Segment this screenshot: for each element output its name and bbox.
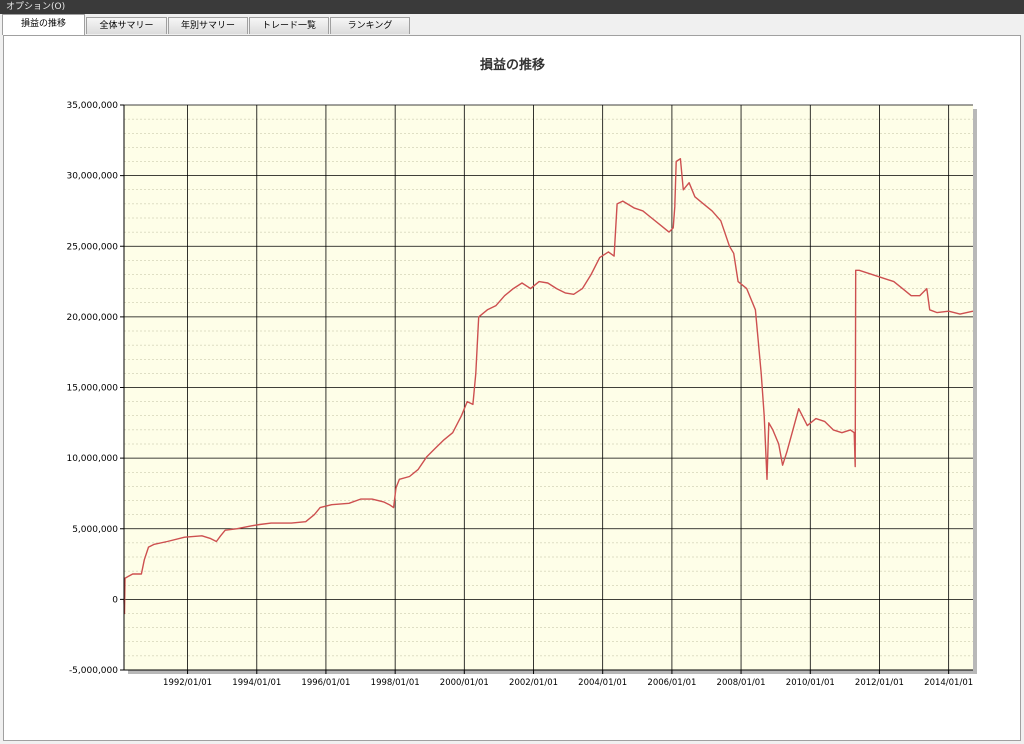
y-tick-label: 20,000,000 xyxy=(66,313,118,323)
tab-ranking[interactable]: ランキング xyxy=(330,17,410,34)
menu-bar: オプション(O) xyxy=(0,0,1024,14)
y-tick-label: 25,000,000 xyxy=(66,242,118,252)
x-tick-label: 2008/01/01 xyxy=(717,678,766,688)
x-tick-label: 1998/01/01 xyxy=(371,678,420,688)
x-tick-label: 2000/01/01 xyxy=(440,678,489,688)
x-tick-label: 1992/01/01 xyxy=(163,678,212,688)
menu-options[interactable]: オプション(O) xyxy=(6,1,65,13)
x-tick-label: 1996/01/01 xyxy=(301,678,350,688)
x-tick-label: 2014/01/01 xyxy=(924,678,973,688)
x-tick-label: 2004/01/01 xyxy=(578,678,627,688)
x-tick-label: 1994/01/01 xyxy=(232,678,281,688)
tab-profit-history[interactable]: 損益の推移 xyxy=(2,14,85,35)
x-tick-label: 2002/01/01 xyxy=(509,678,558,688)
y-tick-label: 15,000,000 xyxy=(66,384,118,394)
tab-trade-list[interactable]: トレード一覧 xyxy=(249,17,329,34)
y-tick-label: 30,000,000 xyxy=(66,172,118,182)
x-tick-label: 2010/01/01 xyxy=(786,678,835,688)
chart-title: 損益の推移 xyxy=(480,57,545,73)
y-tick-label: -5,000,000 xyxy=(69,666,118,676)
profit-chart: -5,000,000 0 5,000,000 10,000,000 15,000,000… xyxy=(66,57,977,688)
x-tick-label: 2006/01/01 xyxy=(647,678,696,688)
y-tick-label: 0 xyxy=(112,595,118,605)
tab-overall-summary[interactable]: 全体サマリー xyxy=(86,17,167,34)
x-tick-label: 2012/01/01 xyxy=(855,678,904,688)
y-tick-label: 10,000,000 xyxy=(66,454,118,464)
chart-panel: -5,000,000 0 5,000,000 10,000,000 15,000,000… xyxy=(3,35,1021,741)
y-tick-label: 5,000,000 xyxy=(72,525,118,535)
tab-strip: 損益の推移 全体サマリー 年別サマリー トレード一覧 ランキング xyxy=(0,14,1024,36)
y-tick-label: 35,000,000 xyxy=(66,101,118,111)
tab-yearly-summary[interactable]: 年別サマリー xyxy=(168,17,248,34)
